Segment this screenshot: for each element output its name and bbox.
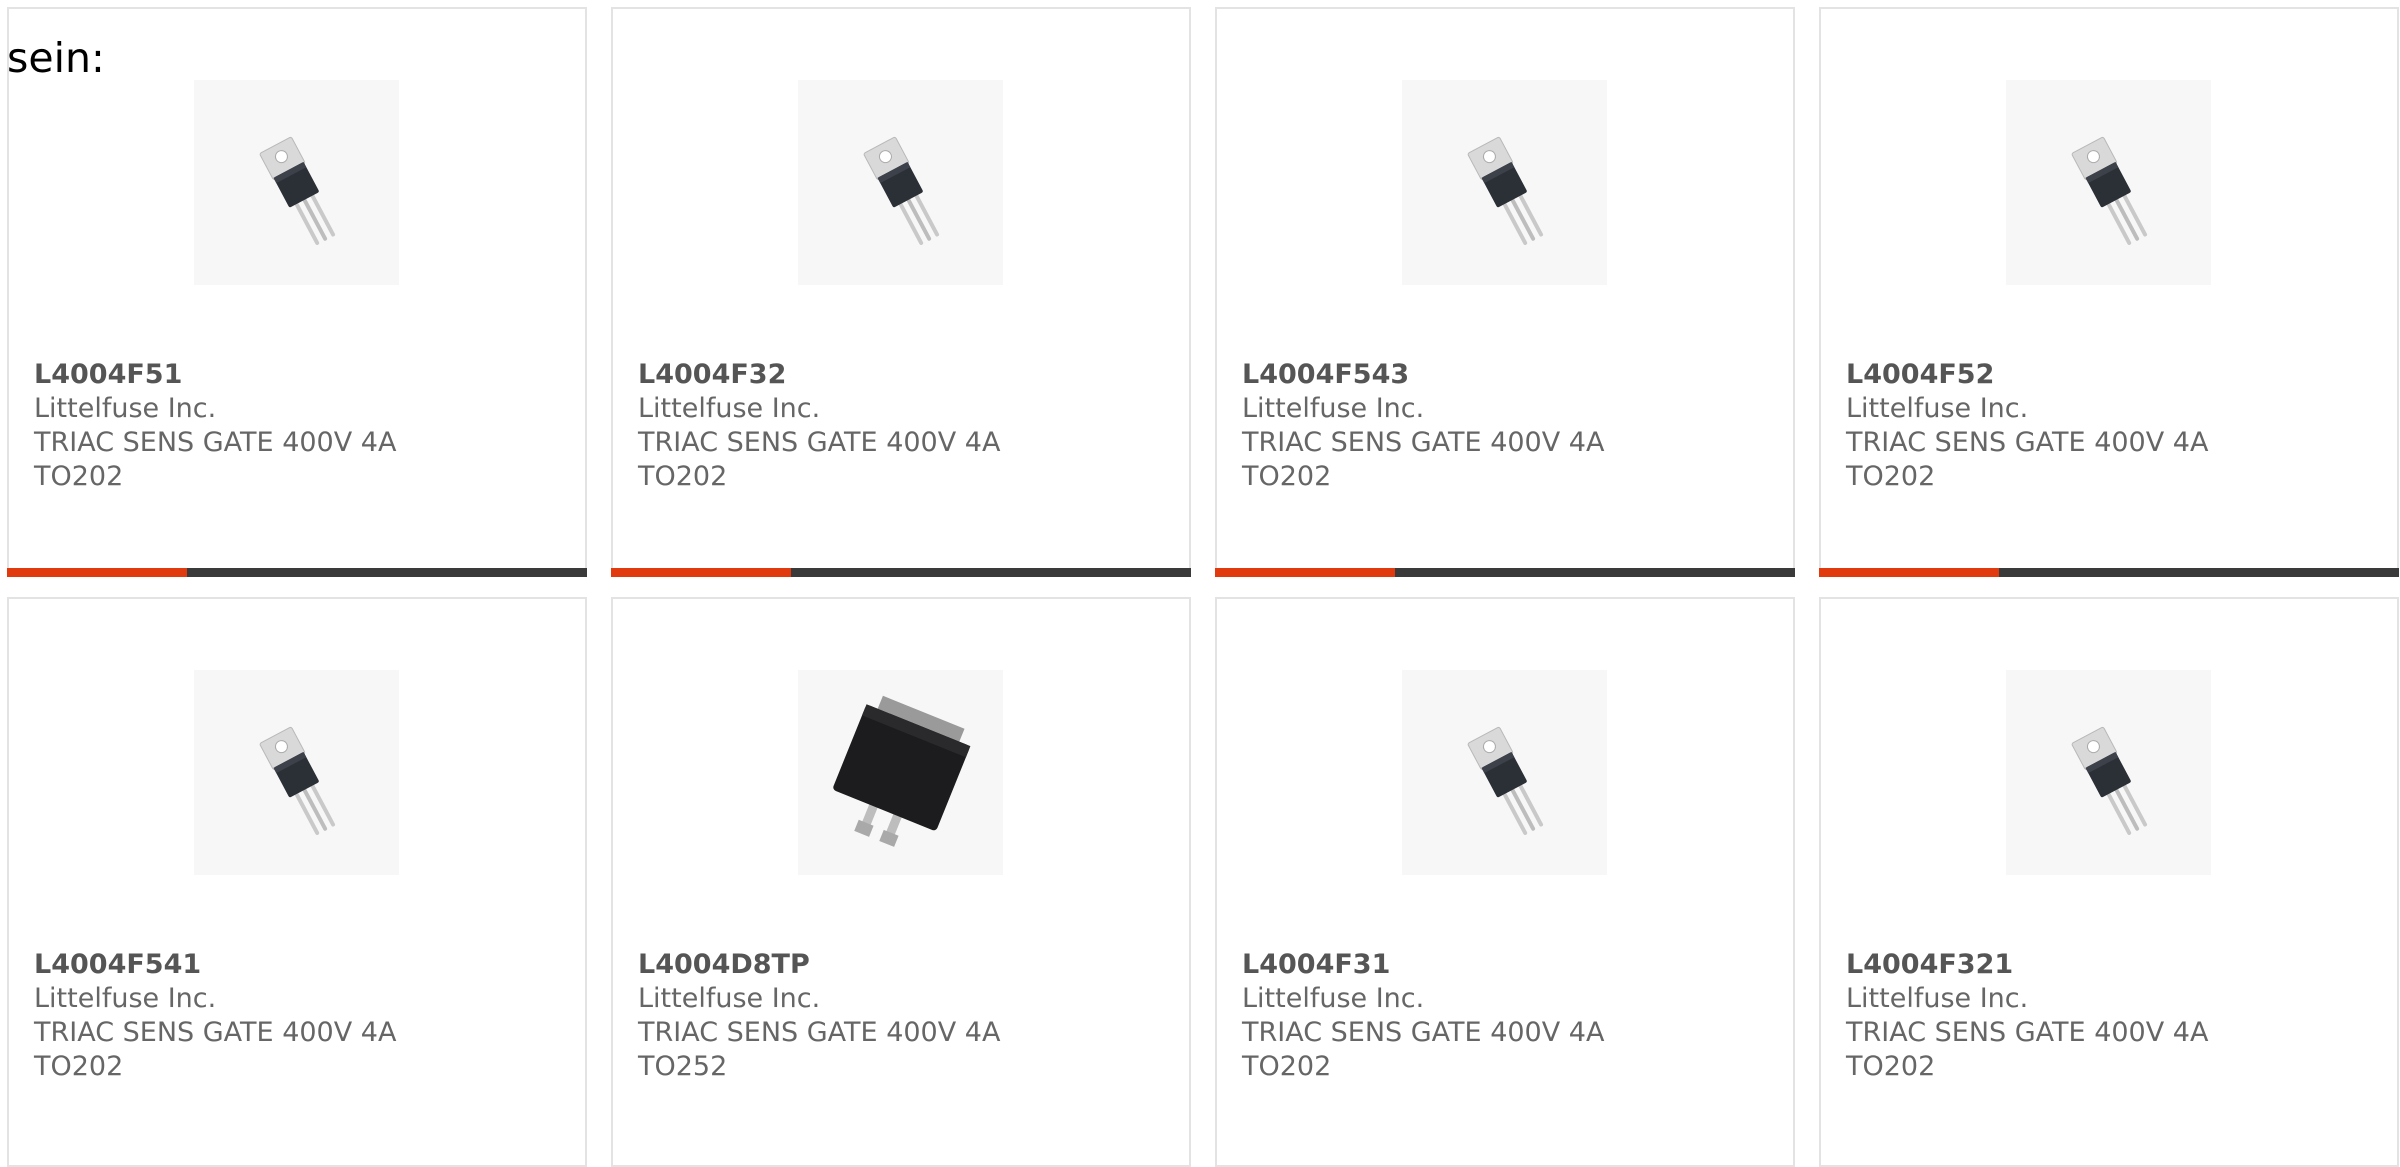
- to202-package-icon: [798, 80, 1003, 285]
- card-progress-fill: [611, 568, 791, 577]
- product-card[interactable]: L4004F321 Littelfuse Inc. TRIAC SENS GAT…: [1819, 597, 2399, 1167]
- manufacturer: Littelfuse Inc.: [1242, 393, 1425, 424]
- card-progress-fill: [1215, 568, 1395, 577]
- product-grid: L4004F51 Littelfuse Inc. TRIAC SENS GATE…: [0, 0, 2400, 1167]
- product-card[interactable]: L4004F52 Littelfuse Inc. TRIAC SENS GATE…: [1819, 7, 2399, 577]
- card-progress-bar: [611, 568, 1191, 577]
- to202-package-icon: [2006, 670, 2211, 875]
- description: TRIAC SENS GATE 400V 4A: [1846, 427, 2209, 458]
- manufacturer: Littelfuse Inc.: [34, 393, 217, 424]
- product-card[interactable]: L4004F51 Littelfuse Inc. TRIAC SENS GATE…: [7, 7, 587, 577]
- manufacturer: Littelfuse Inc.: [34, 983, 217, 1014]
- to202-package-icon: [1402, 670, 1607, 875]
- card-progress-fill: [1819, 568, 1999, 577]
- product-card[interactable]: L4004F31 Littelfuse Inc. TRIAC SENS GATE…: [1215, 597, 1795, 1167]
- card-progress-bar: [7, 568, 587, 577]
- part-number-link[interactable]: L4004F32: [638, 358, 1000, 392]
- card-progress-bar: [1215, 568, 1795, 577]
- to202-package-icon: [1402, 80, 1607, 285]
- manufacturer: Littelfuse Inc.: [1846, 983, 2029, 1014]
- product-card[interactable]: L4004F541 Littelfuse Inc. TRIAC SENS GAT…: [7, 597, 587, 1167]
- manufacturer: Littelfuse Inc.: [1242, 983, 1425, 1014]
- description: TRIAC SENS GATE 400V 4A: [1242, 1017, 1605, 1048]
- description: TRIAC SENS GATE 400V 4A: [638, 1017, 1001, 1048]
- manufacturer: Littelfuse Inc.: [638, 393, 821, 424]
- card-progress-bar: [1819, 568, 2399, 577]
- manufacturer: Littelfuse Inc.: [1846, 393, 2029, 424]
- product-card[interactable]: L4004F543 Littelfuse Inc. TRIAC SENS GAT…: [1215, 7, 1795, 577]
- manufacturer: Littelfuse Inc.: [638, 983, 821, 1014]
- part-number-link[interactable]: L4004F31: [1242, 948, 1604, 982]
- description: TRIAC SENS GATE 400V 4A: [34, 427, 397, 458]
- package: TO252: [638, 1051, 728, 1082]
- package: TO202: [1242, 461, 1332, 492]
- part-number-link[interactable]: L4004D8TP: [638, 948, 1000, 982]
- to202-package-icon: [194, 670, 399, 875]
- package: TO202: [1242, 1051, 1332, 1082]
- description: TRIAC SENS GATE 400V 4A: [638, 427, 1001, 458]
- package: TO202: [638, 461, 728, 492]
- part-number-link[interactable]: L4004F51: [34, 358, 396, 392]
- part-number-link[interactable]: L4004F321: [1846, 948, 2208, 982]
- description: TRIAC SENS GATE 400V 4A: [1846, 1017, 2209, 1048]
- to202-package-icon: [2006, 80, 2211, 285]
- package: TO202: [34, 461, 124, 492]
- package: TO202: [1846, 461, 1936, 492]
- intro-text: sein:: [7, 34, 105, 82]
- product-card[interactable]: L4004F32 Littelfuse Inc. TRIAC SENS GATE…: [611, 7, 1191, 577]
- part-number-link[interactable]: L4004F52: [1846, 358, 2208, 392]
- package: TO202: [34, 1051, 124, 1082]
- description: TRIAC SENS GATE 400V 4A: [34, 1017, 397, 1048]
- description: TRIAC SENS GATE 400V 4A: [1242, 427, 1605, 458]
- package: TO202: [1846, 1051, 1936, 1082]
- card-progress-fill: [7, 568, 187, 577]
- product-card[interactable]: L4004D8TP Littelfuse Inc. TRIAC SENS GAT…: [611, 597, 1191, 1167]
- to252-package-icon: [798, 670, 1003, 875]
- part-number-link[interactable]: L4004F543: [1242, 358, 1604, 392]
- to202-package-icon: [194, 80, 399, 285]
- part-number-link[interactable]: L4004F541: [34, 948, 396, 982]
